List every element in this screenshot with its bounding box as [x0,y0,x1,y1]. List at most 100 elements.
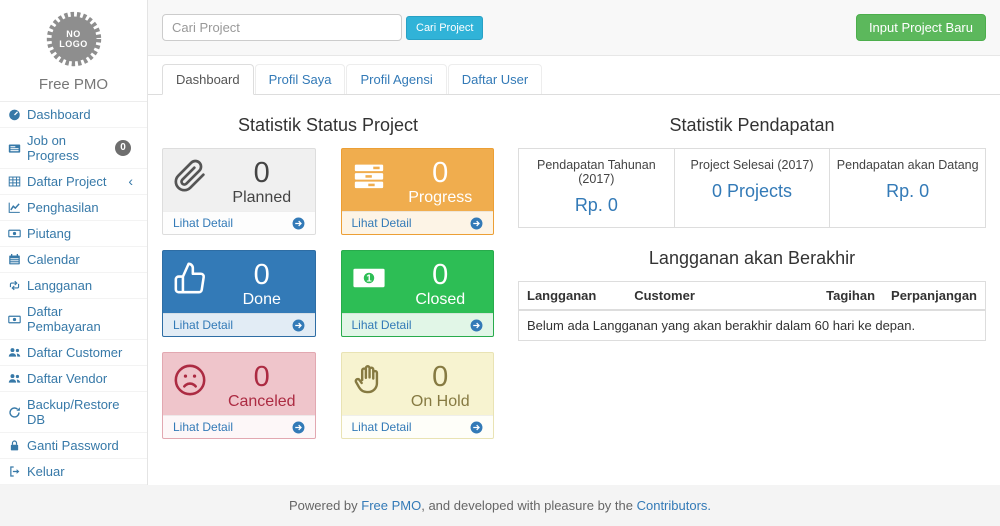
card-planned: 0 Planned Lihat Detail [162,148,316,235]
topbar: Cari Project Input Project Baru [148,0,1000,56]
retweet-icon [8,279,21,292]
sidebar-item-label: Daftar Pembayaran [27,304,139,334]
card-footer: Lihat Detail [342,211,494,234]
users-icon [8,372,21,385]
tab-profil-agensi[interactable]: Profil Agensi [346,64,446,94]
frown-icon [173,362,219,409]
on-hold-label: On Hold [398,392,484,411]
tab-bar: Dashboard Profil Saya Profil Agensi Daft… [148,56,1000,95]
stat-yearly-income-value[interactable]: Rp. 0 [575,195,618,216]
dashboard-content: Statistik Status Project 0 Planned [148,95,1000,455]
detail-link-label: Lihat Detail [173,318,233,332]
on-hold-detail-link[interactable]: Lihat Detail [352,420,412,434]
planned-count: 0 [219,158,305,188]
card-body: 0 Progress [342,149,494,211]
sidebar-item-dashboard[interactable]: Dashboard [0,102,147,127]
sidebar-item-label: Daftar Customer [27,345,122,360]
stat-finished-projects: Project Selesai (2017) 0 Projects [674,149,830,227]
stat-finished-projects-value[interactable]: 0 Projects [712,181,792,202]
progress-detail-link[interactable]: Lihat Detail [352,216,412,230]
sidebar-item-daftar-project[interactable]: Daftar Project ‹ [0,169,147,194]
detail-link-label: Lihat Detail [352,318,412,332]
search-button[interactable]: Cari Project [406,16,483,40]
footer-text: Powered by [289,498,361,513]
subscription-section-title: Langganan akan Berakhir [518,248,986,269]
card-stats: 1 0 Closed [342,251,494,313]
arrow-circle-right-icon[interactable] [470,217,483,230]
arrow-circle-right-icon[interactable] [292,319,305,332]
stat-label: Project Selesai (2017) [679,158,826,172]
footer-freepmo-link[interactable]: Free PMO [361,498,421,513]
sidebar-item-label: Daftar Project [27,174,106,189]
card-footer: Lihat Detail [163,313,315,336]
sidebar-item-label: Dashboard [27,107,91,122]
card-stats: 0 On Hold [398,362,484,409]
sidebar-item-piutang[interactable]: Piutang [0,221,147,246]
no-logo-badge: NO LOGO [44,9,104,69]
subscription-table: Langganan Customer Tagihan Perpanjangan … [518,281,986,341]
card-stats: 0 Canceled [219,362,305,409]
footer-contributors-link[interactable]: Contributors. [637,498,711,513]
new-project-button[interactable]: Input Project Baru [856,14,986,41]
tab-dashboard[interactable]: Dashboard [162,64,254,95]
sidebar-item-label: Piutang [27,226,71,241]
tab-profil-saya[interactable]: Profil Saya [255,64,346,94]
page-footer: Powered by Free PMO, and developed with … [0,485,1000,526]
card-body: 0 Planned [163,149,315,211]
thumbs-up-icon [173,260,219,307]
dashboard-icon [8,108,21,121]
arrow-circle-right-icon[interactable] [292,217,305,230]
search-input[interactable] [162,14,402,41]
subscription-empty-message: Belum ada Langganan yang akan berakhir d… [519,310,986,341]
canceled-detail-link[interactable]: Lihat Detail [173,420,233,434]
card-footer: Lihat Detail [163,415,315,438]
card-progress: 0 Progress Lihat Detail [341,148,495,235]
money-bill-icon: 1 [352,260,398,307]
stat-upcoming-income-value[interactable]: Rp. 0 [886,181,929,202]
detail-link-label: Lihat Detail [173,216,233,230]
arrow-circle-right-icon[interactable] [470,421,483,434]
on-hold-count: 0 [398,362,484,392]
sidebar-item-daftar-pembayaran[interactable]: Daftar Pembayaran [0,299,147,339]
closed-label: Closed [398,290,484,309]
sign-out-icon [8,465,21,478]
arrow-circle-right-icon[interactable] [470,319,483,332]
planned-detail-link[interactable]: Lihat Detail [173,216,233,230]
sidebar-item-daftar-customer[interactable]: Daftar Customer [0,340,147,365]
sidebar-item-calendar[interactable]: Calendar [0,247,147,272]
users-icon [8,346,21,359]
card-canceled: 0 Canceled Lihat Detail [162,352,316,439]
sidebar-item-backup-restore[interactable]: Backup/Restore DB [0,392,147,432]
done-detail-link[interactable]: Lihat Detail [173,318,233,332]
sidebar-item-label: Langganan [27,278,92,293]
sidebar-item-langganan[interactable]: Langganan [0,273,147,298]
sidebar-item-keluar[interactable]: Keluar [0,459,147,484]
closed-detail-link[interactable]: Lihat Detail [352,318,412,332]
arrow-circle-right-icon[interactable] [292,421,305,434]
done-count: 0 [219,260,305,290]
stat-label: Pendapatan akan Datang [834,158,981,172]
sidebar-item-label: Backup/Restore DB [27,397,139,427]
card-on-hold: 0 On Hold Lihat Detail [341,352,495,439]
canceled-label: Canceled [219,392,305,411]
detail-link-label: Lihat Detail [352,420,412,434]
column-customer: Customer [626,282,818,311]
sidebar-item-label: Ganti Password [27,438,119,453]
tab-daftar-user[interactable]: Daftar User [448,64,542,94]
footer-text: , and developed with pleasure by the [421,498,636,513]
closed-count: 0 [398,260,484,290]
sidebar-item-ganti-password[interactable]: Ganti Password [0,433,147,458]
sidebar-item-daftar-vendor[interactable]: Daftar Vendor [0,366,147,391]
chart-line-icon [8,201,21,214]
canceled-count: 0 [219,362,305,392]
sidebar-item-label: Keluar [27,464,65,479]
subscription-table-header: Langganan Customer Tagihan Perpanjangan [519,282,986,311]
sidebar-item-job-on-progress[interactable]: Job on Progress 0 [0,128,147,168]
job-count-badge: 0 [115,140,131,156]
chevron-left-icon: ‹ [128,175,133,188]
sidebar-item-penghasilan[interactable]: Penghasilan [0,195,147,220]
card-footer: Lihat Detail [342,313,494,336]
income-section-title: Statistik Pendapatan [518,115,986,136]
money-icon [8,313,21,326]
card-body: 0 Done [163,251,315,313]
